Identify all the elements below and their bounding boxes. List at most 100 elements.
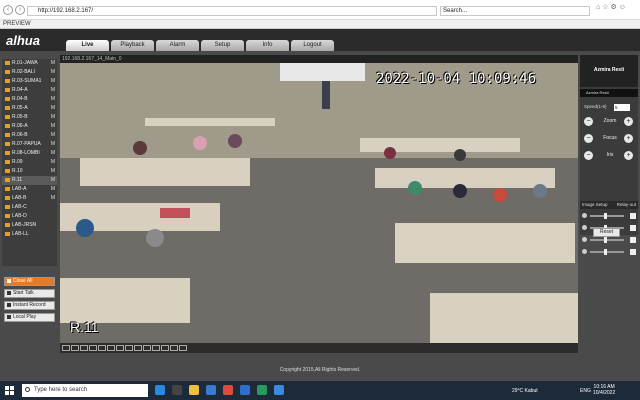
- language-indicator[interactable]: ENG: [580, 388, 591, 394]
- layout-16-icon[interactable]: [98, 345, 106, 351]
- hue-value[interactable]: [630, 249, 636, 255]
- record-toolbar-icon[interactable]: [134, 345, 142, 351]
- zoom-out-button[interactable]: −: [584, 117, 593, 126]
- tab-logout[interactable]: Logout: [291, 40, 334, 51]
- camera-item[interactable]: R.09 M: [2, 158, 57, 167]
- windows-start-icon[interactable]: [5, 386, 14, 395]
- start-talk-button[interactable]: Start Talk: [4, 289, 55, 298]
- local-play-button[interactable]: Local Play: [4, 313, 55, 322]
- chrome-icon[interactable]: [223, 385, 233, 395]
- tab-live[interactable]: Live: [66, 40, 109, 51]
- close-all-button[interactable]: Close All: [4, 277, 55, 286]
- taskbar-search-input[interactable]: Type here to search: [22, 384, 148, 397]
- tab-setup[interactable]: Setup: [201, 40, 244, 51]
- camera-stream-flag[interactable]: M: [51, 59, 55, 68]
- camera-stream-flag[interactable]: M: [51, 104, 55, 113]
- camera-stream-flag[interactable]: M: [51, 131, 55, 140]
- camera-item[interactable]: R.04-A M: [2, 86, 57, 95]
- iris-open-button[interactable]: +: [624, 151, 633, 160]
- iris-close-button[interactable]: −: [584, 151, 593, 160]
- focus-in-button[interactable]: +: [624, 134, 633, 143]
- excel-icon[interactable]: [257, 385, 267, 395]
- address-bar[interactable]: http://192.168.2.167/: [27, 6, 437, 16]
- saturation-knob[interactable]: [604, 237, 607, 243]
- camera-item[interactable]: LAB-LL: [2, 230, 57, 239]
- back-icon[interactable]: ‹: [3, 5, 13, 15]
- settings-icon[interactable]: [179, 345, 187, 351]
- snapshot-icon[interactable]: [125, 345, 133, 351]
- camera-item[interactable]: R.10 M: [2, 167, 57, 176]
- camera-item[interactable]: R.02-BALI M: [2, 68, 57, 77]
- layout-1-icon[interactable]: [62, 345, 70, 351]
- fullscreen-icon[interactable]: [80, 345, 88, 351]
- brightness-knob[interactable]: [604, 213, 607, 219]
- camera-stream-flag[interactable]: M: [51, 140, 55, 149]
- stream-icon[interactable]: [170, 345, 178, 351]
- camera-item[interactable]: LAB-A M: [2, 185, 57, 194]
- tab-alarm[interactable]: Alarm: [156, 40, 199, 51]
- camera-stream-flag[interactable]: M: [51, 68, 55, 77]
- store-icon[interactable]: [206, 385, 216, 395]
- weather-widget[interactable]: 29°C Kabut: [512, 388, 538, 394]
- zoom-in-button[interactable]: +: [624, 117, 633, 126]
- camera-feed[interactable]: 2022-10-04 10:09:46 R.11: [60, 63, 578, 343]
- reset-button[interactable]: Reset: [593, 228, 620, 237]
- camera-stream-flag[interactable]: M: [51, 113, 55, 122]
- browser-icons[interactable]: ⌂☆⚙☺: [596, 3, 636, 11]
- camera-item[interactable]: R.01-JAWA M: [2, 59, 57, 68]
- clock[interactable]: 10:16 AM 10/4/2022: [593, 384, 615, 396]
- ie-icon[interactable]: [274, 385, 284, 395]
- camera-stream-flag[interactable]: M: [51, 95, 55, 104]
- camera-stream-flag[interactable]: M: [51, 149, 55, 158]
- instant-record-button[interactable]: Instant Record: [4, 301, 55, 310]
- camera-stream-flag[interactable]: M: [51, 86, 55, 95]
- hue-slider[interactable]: [582, 248, 636, 256]
- saturation-track[interactable]: [590, 237, 624, 243]
- browser-search-input[interactable]: Search...: [440, 6, 590, 16]
- layout-36-icon[interactable]: [116, 345, 124, 351]
- browser-tab[interactable]: PREVIEW: [3, 21, 31, 27]
- camera-stream-flag[interactable]: M: [51, 122, 55, 131]
- edge-icon[interactable]: [155, 385, 165, 395]
- zoom-toolbar-icon[interactable]: [143, 345, 151, 351]
- image-setup-tab[interactable]: Image Setup: [582, 202, 608, 207]
- camera-item[interactable]: R.08-LOMBI M: [2, 149, 57, 158]
- contrast-value[interactable]: [630, 225, 636, 231]
- word-icon[interactable]: [240, 385, 250, 395]
- tab-playback[interactable]: Playback: [111, 40, 154, 51]
- file-explorer-icon[interactable]: [189, 385, 199, 395]
- saturation-slider[interactable]: [582, 236, 636, 244]
- camera-stream-flag[interactable]: M: [51, 77, 55, 86]
- camera-item[interactable]: R.05-A M: [2, 104, 57, 113]
- brightness-track[interactable]: [590, 213, 624, 219]
- camera-item[interactable]: R.11 M: [2, 176, 57, 185]
- camera-item[interactable]: LAB-D: [2, 212, 57, 221]
- camera-stream-flag[interactable]: M: [51, 185, 55, 194]
- camera-item[interactable]: R.06-A M: [2, 122, 57, 131]
- camera-stream-flag[interactable]: M: [51, 176, 55, 185]
- hue-knob[interactable]: [604, 249, 607, 255]
- camera-item[interactable]: LAB-C: [2, 203, 57, 212]
- focus-out-button[interactable]: −: [584, 134, 593, 143]
- camera-item[interactable]: R.04-B M: [2, 95, 57, 104]
- layout-4-icon[interactable]: [71, 345, 79, 351]
- camera-item[interactable]: LAB-JRSN: [2, 221, 57, 230]
- camera-item[interactable]: R.05-B M: [2, 113, 57, 122]
- camera-stream-flag[interactable]: M: [51, 167, 55, 176]
- camera-item[interactable]: R.07-PAPUA M: [2, 140, 57, 149]
- audio-icon[interactable]: [152, 345, 160, 351]
- task-view-icon[interactable]: [172, 385, 182, 395]
- brightness-value[interactable]: [630, 213, 636, 219]
- camera-stream-flag[interactable]: M: [51, 194, 55, 203]
- forward-icon[interactable]: ›: [15, 5, 25, 15]
- layout-25-icon[interactable]: [107, 345, 115, 351]
- tab-info[interactable]: Info: [246, 40, 289, 51]
- brightness-slider[interactable]: [582, 212, 636, 220]
- video-panel[interactable]: 192.168.2.167_14_Main_0 2022-10-04 10:09…: [60, 55, 578, 353]
- layout-9-icon[interactable]: [89, 345, 97, 351]
- speed-select[interactable]: 5: [614, 104, 630, 111]
- camera-item[interactable]: LAB-B M: [2, 194, 57, 203]
- camera-item[interactable]: R.03-SUMA1 M: [2, 77, 57, 86]
- relay-out-tab[interactable]: Relay-out: [617, 202, 636, 207]
- hue-track[interactable]: [590, 249, 624, 255]
